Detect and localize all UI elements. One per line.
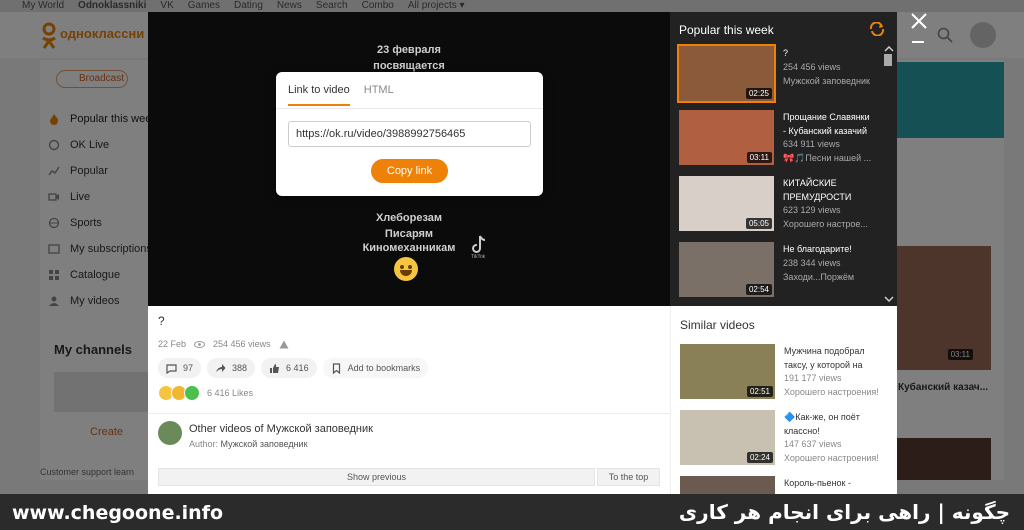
minimize-icon[interactable] [912,41,924,43]
video-views: 254 456 views [213,339,271,349]
other-videos-link[interactable]: Other videos of Мужской заповедник [189,423,373,435]
thumbs-up-icon [270,363,280,373]
eye-icon [194,340,206,348]
close-icon[interactable] [908,10,930,32]
action-bar: 97 388 6 416 Add to bookmarks [158,358,429,378]
likes-count-text: 6 416 Likes [207,388,254,398]
video-item-views: 191 177 views [784,373,842,383]
video-info: ? 22 Feb 254 456 views 97 388 6 416 Add … [148,306,670,494]
similar-heading: Similar videos [680,318,755,332]
video-item-title-2[interactable]: таксу, у которой на [784,358,888,372]
author-label: Author: [189,439,219,449]
video-thumbnail[interactable]: 03:11 [679,110,774,165]
comments-button[interactable]: 97 [158,358,202,378]
duration-badge: 02:54 [745,284,772,295]
video-thumbnail[interactable]: 02:51 [680,344,775,399]
duration-badge: 05:05 [745,218,772,229]
popular-heading: Popular this week [679,23,774,37]
copy-link-button[interactable]: Copy link [371,159,448,183]
author-name[interactable]: Мужской заповедник [221,439,308,449]
show-previous-button[interactable]: Show previous [158,468,595,486]
video-item-title[interactable]: Не благодарите! [783,242,887,256]
watermark-url: www.chegoone.info [12,502,224,524]
tiktok-logo-icon: TikTok [471,235,486,260]
video-item-title[interactable]: Мужчина подобрал [784,344,888,358]
share-link-dialog: Link to video HTML Copy link [276,72,543,196]
video-item-title[interactable]: ? [783,46,887,60]
reaction-wow-icon [184,385,200,401]
comment-icon [166,363,177,374]
bookmark-button[interactable]: Add to bookmarks [322,358,429,378]
tiktok-label: TikTok [471,254,486,260]
similar-videos-panel: Similar videos 02:51 Мужчина подобрал та… [670,306,897,494]
video-item-views: 254 456 views [783,62,841,72]
video-overlay-text: 23 февраля [377,44,441,56]
duration-badge: 02:51 [746,386,773,397]
share-button[interactable]: 388 [207,358,256,378]
video-overlay-text: Хлеборезам [375,212,443,224]
dialog-divider [276,108,543,109]
video-overlay-text: Киномеханникам [362,242,456,254]
video-item-title[interactable]: Прощание Славянки [783,110,887,124]
similar-video-item[interactable]: Король-пьенок - [680,476,890,494]
video-url-input[interactable] [288,121,531,147]
video-overlay-text: Писарям [384,228,434,240]
video-modal: 23 февраля посвящается Хлеборезам Писаря… [148,12,897,494]
popular-sidebar: Popular this week 02:25 ? 254 456 views … [670,12,897,306]
video-thumbnail[interactable]: 02:54 [679,242,774,297]
duration-badge: 02:25 [745,88,772,99]
video-thumbnail[interactable]: 02:25 [677,44,776,103]
popular-video-item[interactable]: 05:05 КИТАЙСКИЕ ПРЕМУДРОСТИ 623 129 view… [679,176,889,234]
bookmark-icon [332,362,340,374]
similar-video-item[interactable]: 02:51 Мужчина подобрал таксу, у которой … [680,344,890,402]
duration-badge: 03:11 [746,152,772,163]
video-item-channel[interactable]: Заходи...Поржём [783,272,887,282]
tab-html[interactable]: HTML [364,82,394,106]
video-thumbnail[interactable]: 05:05 [679,176,774,231]
video-item-title-2[interactable]: ПРЕМУДРОСТИ [783,190,887,204]
video-item-channel[interactable]: Хорошего настрое... [783,219,887,229]
video-item-title[interactable]: Король-пьенок - [784,476,888,490]
info-divider [148,413,670,414]
video-item-views: 634 911 views [783,139,840,149]
video-thumbnail[interactable] [680,476,775,494]
video-item-channel[interactable]: Мужской заповедник [783,76,887,86]
reactions-summary[interactable]: 6 416 Likes [158,385,253,401]
video-item-views: 238 344 views [783,258,841,268]
like-button[interactable]: 6 416 [261,358,317,378]
video-date: 22 Feb [158,339,187,349]
video-item-title[interactable]: 🔷Как-же, он поёт [784,410,888,424]
author-line: Author: Мужской заповедник [189,439,308,449]
video-overlay-text: посвящается [373,60,445,72]
popular-video-item[interactable]: 03:11 Прощание Славянки - Кубанский каза… [679,110,889,168]
to-top-button[interactable]: To the top [597,468,660,486]
refresh-icon[interactable] [868,22,886,36]
dialog-tabs: Link to video HTML [288,82,394,106]
duration-badge: 02:24 [746,452,773,463]
share-arrow-icon [216,363,226,372]
video-item-channel[interactable]: Хорошего настроения! [784,453,888,463]
video-item-views: 147 637 views [784,439,842,449]
watermark-tagline: چگونه | راهی برای انجام هر کاری [678,500,1010,524]
video-item-title[interactable]: КИТАЙСКИЕ [783,176,887,190]
tab-link-to-video[interactable]: Link to video [288,82,350,106]
popular-video-item[interactable]: 02:25 ? 254 456 views Мужской заповедник [677,44,889,104]
video-title: ? [158,314,165,328]
video-item-views: 623 129 views [783,205,841,215]
video-player[interactable]: 23 февраля посвящается Хлеборезам Писаря… [148,12,670,306]
video-item-channel[interactable]: 🎀🎵Песни нашей ... [783,153,887,164]
video-thumbnail[interactable]: 02:24 [680,410,775,465]
video-meta: 22 Feb 254 456 views [158,339,289,349]
similar-video-item[interactable]: 02:24 🔷Как-же, он поёт классно! 147 637 … [680,410,890,468]
video-item-title-2[interactable]: - Кубанский казачий [783,124,887,138]
warning-icon[interactable] [279,340,289,349]
author-avatar[interactable] [158,421,182,445]
video-item-title-2[interactable]: классно! [784,424,888,438]
laughing-emoji-icon [394,257,418,281]
popular-video-item[interactable]: 02:54 Не благодарите! 238 344 views Захо… [679,242,889,300]
video-item-channel[interactable]: Хорошего настроения! [784,387,888,397]
